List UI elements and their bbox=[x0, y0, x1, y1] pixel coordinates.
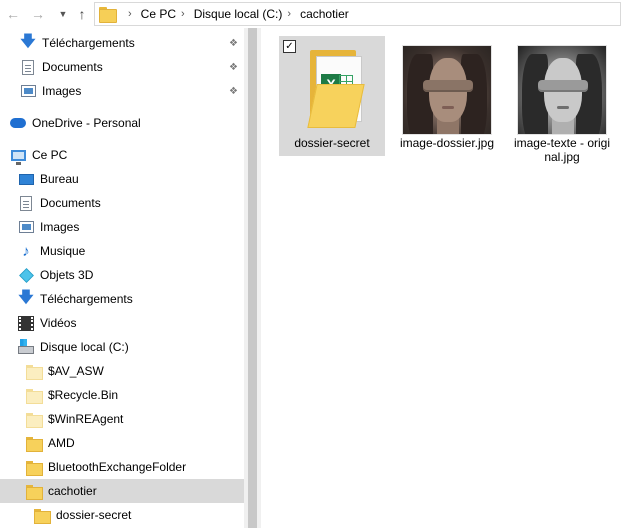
nav-item-label: Vidéos bbox=[40, 316, 77, 330]
nav-item-onedrive[interactable]: OneDrive - Personal bbox=[0, 111, 244, 135]
up-button[interactable]: ↑ bbox=[73, 5, 91, 23]
image-thumbnail bbox=[509, 44, 615, 136]
nav-item-label: dossier-secret bbox=[56, 508, 132, 522]
nav-item-cachotier[interactable]: cachotier bbox=[0, 479, 244, 503]
download-arrow-icon: 🡇 bbox=[20, 32, 36, 50]
file-name: image-dossier.jpg bbox=[399, 136, 495, 150]
pin-icon[interactable]: ❖ bbox=[229, 62, 238, 73]
folder-icon bbox=[26, 459, 43, 476]
nav-item-label: Images bbox=[40, 220, 80, 234]
nav-item-label: $WinREAgent bbox=[48, 412, 124, 426]
nav-item-ce-pc[interactable]: Ce PC bbox=[0, 143, 244, 167]
nav-item-videos[interactable]: Vidéos bbox=[0, 311, 244, 335]
forward-button[interactable]: → bbox=[29, 5, 47, 23]
nav-item-musique[interactable]: ♪ Musique bbox=[0, 239, 244, 263]
nav-item-images[interactable]: Images bbox=[0, 215, 244, 239]
nav-item-telechargements-quick[interactable]: 🡇 Téléchargements ❖ bbox=[0, 31, 244, 55]
nav-item-winreagent[interactable]: $WinREAgent bbox=[0, 407, 244, 431]
image-thumbnail bbox=[394, 44, 500, 136]
nav-item-label: AMD bbox=[48, 436, 75, 450]
nav-item-label: $AV_ASW bbox=[48, 364, 104, 378]
back-button[interactable]: ← bbox=[4, 5, 22, 23]
music-icon: ♪ bbox=[22, 242, 30, 260]
scrollbar-thumb[interactable] bbox=[248, 28, 257, 528]
breadcrumb[interactable]: › Ce PC › Disque local (C:) › cachotier bbox=[94, 2, 621, 26]
file-tile-image-dossier[interactable]: image-dossier.jpg bbox=[394, 36, 500, 156]
nav-item-label: Documents bbox=[42, 60, 103, 74]
videos-icon bbox=[18, 315, 34, 331]
nav-item-recycle-bin[interactable]: $Recycle.Bin bbox=[0, 383, 244, 407]
nav-item-documents[interactable]: Documents bbox=[0, 191, 244, 215]
nav-item-bluetoothexchangefolder[interactable]: BluetoothExchangeFolder bbox=[0, 455, 244, 479]
nav-item-telechargements[interactable]: 🡇 Téléchargements bbox=[0, 287, 244, 311]
pictures-icon bbox=[20, 83, 36, 99]
file-list: ✓ X dossier-secret image-dossier.jpg bbox=[261, 28, 621, 528]
nav-item-label: Disque local (C:) bbox=[40, 340, 129, 354]
nav-item-images-quick[interactable]: Images ❖ bbox=[0, 79, 244, 103]
breadcrumb-ce-pc[interactable]: Ce PC bbox=[141, 7, 176, 21]
nav-item-label: Documents bbox=[40, 196, 101, 210]
folder-excel-thumbnail: X bbox=[279, 44, 385, 136]
chevron-right-icon: › bbox=[287, 8, 292, 20]
desktop-icon bbox=[18, 171, 34, 187]
breadcrumb-cachotier[interactable]: cachotier bbox=[300, 7, 349, 21]
navigation-pane: 🡇 Téléchargements ❖ Documents ❖ Images ❖… bbox=[0, 28, 244, 528]
file-name: image-texte - original.jpg bbox=[513, 136, 611, 164]
nav-item-bureau[interactable]: Bureau bbox=[0, 167, 244, 191]
folder-icon: X bbox=[292, 48, 372, 132]
chevron-right-icon: › bbox=[128, 8, 132, 20]
navigation-scrollbar[interactable] bbox=[244, 28, 261, 528]
onedrive-cloud-icon bbox=[10, 115, 26, 131]
nav-item-dossier-secret[interactable]: dossier-secret bbox=[0, 503, 244, 527]
breadcrumb-disque-local[interactable]: Disque local (C:) bbox=[194, 7, 283, 21]
nav-item-label: Objets 3D bbox=[40, 268, 94, 282]
folder-icon bbox=[26, 435, 43, 452]
nav-item-label: cachotier bbox=[48, 484, 97, 498]
nav-item-label: Téléchargements bbox=[40, 292, 133, 306]
nav-item-amd[interactable]: AMD bbox=[0, 431, 244, 455]
documents-icon bbox=[20, 59, 36, 75]
file-tile-image-texte-original[interactable]: image-texte - original.jpg bbox=[509, 36, 615, 164]
nav-item-label: Ce PC bbox=[32, 148, 68, 162]
recent-locations-dropdown[interactable]: ▼ bbox=[54, 5, 72, 23]
hidden-folder-icon bbox=[26, 363, 43, 380]
documents-icon bbox=[18, 195, 34, 211]
folder-icon bbox=[26, 483, 43, 500]
nav-item-label: Images bbox=[42, 84, 82, 98]
blindfolded-woman-image bbox=[402, 45, 492, 135]
nav-item-label: Musique bbox=[40, 244, 86, 258]
nav-item-label: OneDrive - Personal bbox=[32, 116, 141, 130]
nav-item-label: Bureau bbox=[40, 172, 79, 186]
pin-icon[interactable]: ❖ bbox=[229, 86, 238, 97]
folder-icon bbox=[34, 507, 51, 524]
pictures-icon bbox=[18, 219, 34, 235]
folder-icon bbox=[99, 7, 117, 23]
pin-icon[interactable]: ❖ bbox=[229, 38, 238, 49]
nav-item-label: $Recycle.Bin bbox=[48, 388, 119, 402]
hidden-folder-icon bbox=[26, 411, 43, 428]
download-arrow-icon: 🡇 bbox=[18, 288, 34, 306]
nav-item-objets-3d[interactable]: Objets 3D bbox=[0, 263, 244, 287]
file-name: dossier-secret bbox=[294, 136, 370, 150]
address-bar: ← → ▼ ↑ › Ce PC › Disque local (C:) › ca… bbox=[0, 0, 621, 28]
file-tile-dossier-secret[interactable]: ✓ X dossier-secret bbox=[279, 36, 385, 156]
chevron-right-icon: › bbox=[181, 8, 185, 20]
nav-item-documents-quick[interactable]: Documents ❖ bbox=[0, 55, 244, 79]
this-pc-icon bbox=[10, 147, 26, 165]
nav-item-disque-local[interactable]: Disque local (C:) bbox=[0, 335, 244, 359]
local-disk-icon bbox=[18, 339, 34, 355]
blindfolded-woman-image bbox=[517, 45, 607, 135]
3d-objects-icon bbox=[18, 267, 34, 283]
hidden-folder-icon bbox=[26, 387, 43, 404]
nav-item-av-asw[interactable]: $AV_ASW bbox=[0, 359, 244, 383]
nav-item-label: BluetoothExchangeFolder bbox=[48, 460, 187, 474]
nav-item-label: Téléchargements bbox=[42, 36, 135, 50]
